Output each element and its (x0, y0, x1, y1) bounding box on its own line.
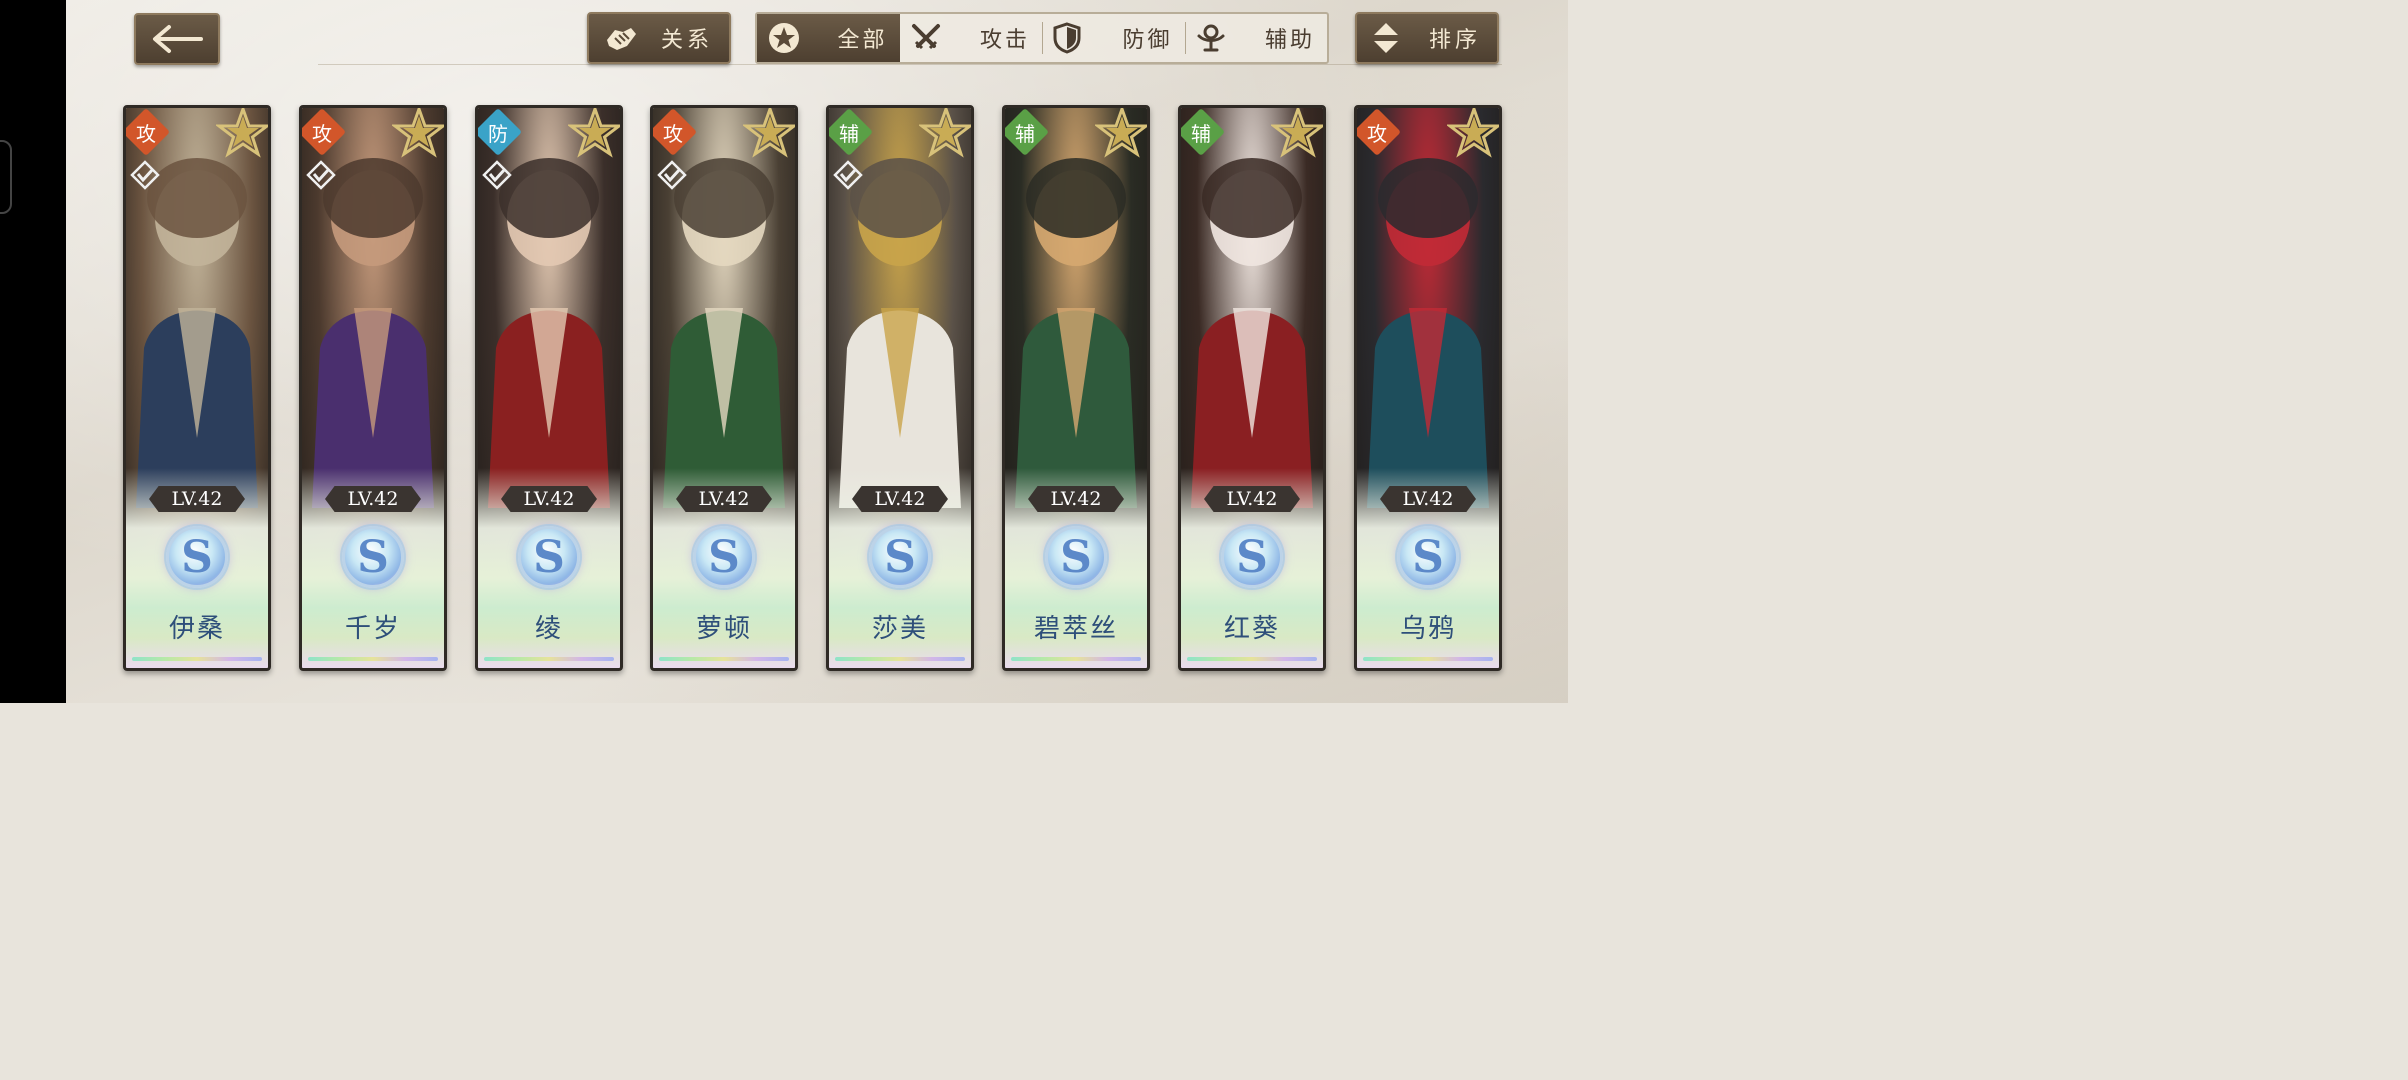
level-label: LV.42 (325, 486, 421, 512)
role-filter-bar: 全部 攻击 防御 辅助 (755, 12, 1329, 64)
hero-name: 伊桑 (168, 614, 225, 644)
header-divider (318, 64, 1502, 65)
role-label: 攻 (312, 121, 332, 146)
filter-label-all: 全部 (837, 28, 888, 53)
star-icon (568, 108, 620, 158)
hero-card[interactable]: 攻 LV.42 S 萝顿 (650, 105, 798, 671)
rank-emblem: S (1397, 526, 1459, 588)
rank-emblem: S (693, 526, 755, 588)
star-icon (919, 108, 971, 158)
level-label: LV.42 (676, 486, 772, 512)
check-icon (482, 160, 512, 190)
rank-emblem: S (166, 526, 228, 588)
star-icon (1271, 108, 1323, 158)
hero-card[interactable]: 辅 LV.42 S 莎美 (826, 105, 974, 671)
hero-name: 萝顿 (695, 614, 752, 644)
hero-card[interactable]: 攻 LV.42 S 伊桑 (123, 105, 271, 671)
check-icon (130, 160, 160, 190)
hero-card[interactable]: 攻 LV.42 S 千岁 (299, 105, 447, 671)
filter-tab-support[interactable]: 辅助 (1184, 14, 1328, 62)
check-icon (657, 160, 687, 190)
role-label: 防 (488, 121, 508, 146)
rank-emblem: S (1221, 526, 1283, 588)
filter-label-defense: 防御 (1122, 28, 1173, 53)
hero-portrait (1191, 158, 1313, 508)
rarity-bar (308, 657, 438, 661)
support-icon (1197, 24, 1224, 52)
star-circle-icon (769, 23, 799, 53)
relation-label: 关系 (660, 28, 713, 53)
filter-label-attack: 攻击 (979, 28, 1030, 53)
rank-emblem: S (342, 526, 404, 588)
hero-card[interactable]: 攻 LV.42 S 乌鸦 (1354, 105, 1502, 671)
device-notch (0, 140, 12, 214)
device-left-bar (0, 0, 66, 703)
filter-label-support: 辅助 (1264, 28, 1315, 53)
check-icon (306, 160, 336, 190)
rank-emblem: S (869, 526, 931, 588)
star-icon (1095, 108, 1147, 158)
rarity-bar (1011, 657, 1141, 661)
hero-card-list: 攻 LV.42 S 伊桑攻 LV.42 S 千岁防 LV.42 S 绫攻 LV.42 S 萝顿辅 LV.4… (123, 105, 1503, 673)
sort-arrows-icon (1374, 23, 1398, 53)
hero-name: 千岁 (344, 614, 401, 644)
star-icon (1447, 108, 1499, 158)
hero-name: 莎美 (871, 614, 928, 644)
rarity-bar (484, 657, 614, 661)
level-label: LV.42 (149, 486, 245, 512)
hero-portrait (1015, 158, 1137, 508)
rarity-bar (835, 657, 965, 661)
level-label: LV.42 (1028, 486, 1124, 512)
role-label: 辅 (1015, 121, 1035, 146)
hero-portrait (1367, 158, 1489, 508)
hero-name: 乌鸦 (1399, 614, 1456, 644)
filter-tab-defense[interactable]: 防御 (1042, 14, 1185, 62)
star-icon (216, 108, 268, 158)
hero-name: 碧萃丝 (1033, 614, 1118, 644)
hero-card[interactable]: 辅 LV.42 S 碧萃丝 (1002, 105, 1150, 671)
rarity-bar (1187, 657, 1317, 661)
rarity-bar (1363, 657, 1493, 661)
sort-button[interactable]: 排序 (1355, 12, 1499, 64)
role-label: 攻 (663, 121, 683, 146)
hero-name: 绫 (534, 614, 563, 644)
level-label: LV.42 (1204, 486, 1300, 512)
hero-card[interactable]: 辅 LV.42 S 红葵 (1178, 105, 1326, 671)
level-label: LV.42 (852, 486, 948, 512)
hero-name: 红葵 (1223, 614, 1280, 644)
rank-emblem: S (518, 526, 580, 588)
rarity-bar (659, 657, 789, 661)
back-arrow-icon (153, 25, 203, 53)
star-icon (392, 108, 444, 158)
filter-tab-attack[interactable]: 攻击 (900, 14, 1043, 62)
role-label: 攻 (136, 121, 156, 146)
role-label: 攻 (1367, 121, 1387, 146)
rank-emblem: S (1045, 526, 1107, 588)
handshake-icon (607, 28, 636, 50)
hero-card[interactable]: 防 LV.42 S 绫 (475, 105, 623, 671)
role-label: 辅 (1191, 121, 1211, 146)
shield-icon (1053, 22, 1081, 54)
sort-label: 排序 (1428, 28, 1481, 53)
rarity-bar (132, 657, 262, 661)
level-label: LV.42 (1380, 486, 1476, 512)
crossed-swords-icon (911, 24, 940, 50)
check-icon (833, 160, 863, 190)
back-button[interactable] (134, 13, 220, 65)
filter-tab-all[interactable]: 全部 (757, 14, 900, 62)
relation-button[interactable]: 关系 (587, 12, 731, 64)
role-label: 辅 (839, 121, 859, 146)
level-label: LV.42 (501, 486, 597, 512)
star-icon (743, 108, 795, 158)
